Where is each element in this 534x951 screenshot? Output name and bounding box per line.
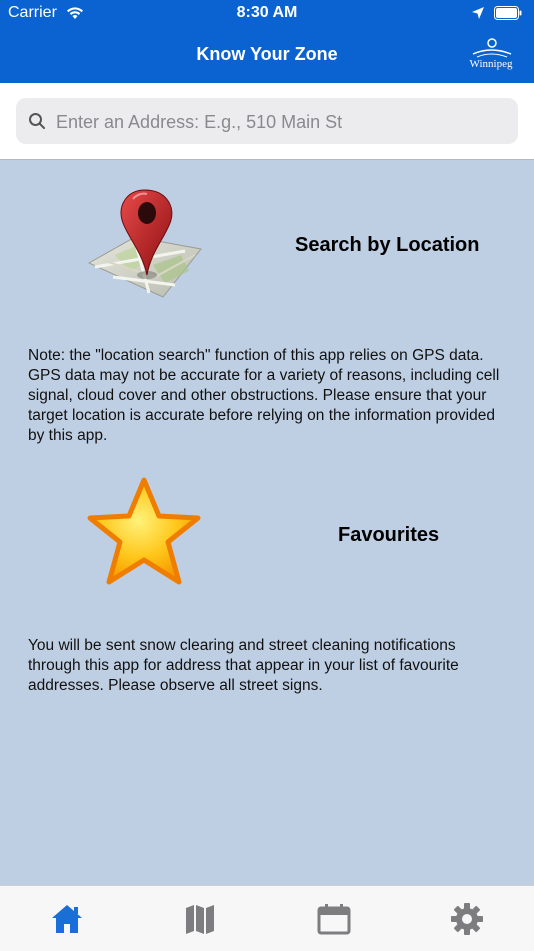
tab-calendar[interactable] (317, 902, 351, 936)
star-icon[interactable] (84, 476, 204, 596)
tab-bar (0, 885, 534, 951)
location-arrow-icon (471, 6, 485, 25)
page-title: Know Your Zone (196, 44, 338, 64)
search-bar[interactable] (16, 98, 518, 146)
tab-map[interactable] (183, 902, 217, 936)
winnipeg-logo-mark-icon (472, 38, 512, 58)
top-bar: Carrier 8:30 AM Know Your Zone Winnipeg (0, 0, 534, 83)
favourites-note: You will be sent snow clearing and stree… (28, 637, 459, 694)
address-search-input[interactable] (54, 98, 508, 146)
winnipeg-logo: Winnipeg (463, 36, 519, 72)
tab-home[interactable] (50, 902, 84, 936)
home-content: Search by Location Note: the "location s… (0, 160, 534, 885)
calendar-icon (317, 904, 351, 935)
gear-icon (451, 903, 483, 935)
status-time: 8:30 AM (236, 4, 298, 21)
search-area (0, 83, 534, 160)
search-icon (28, 112, 46, 135)
logo-text: Winnipeg (469, 58, 513, 70)
battery-icon (494, 6, 522, 20)
favourites-heading[interactable]: Favourites (338, 524, 439, 547)
home-icon (52, 905, 82, 933)
search-by-location-heading[interactable]: Search by Location (295, 234, 480, 257)
map-icon (186, 905, 214, 934)
map-pin-icon[interactable] (85, 185, 215, 310)
location-note: Note: the "location search" function of … (28, 347, 500, 444)
tab-settings[interactable] (450, 902, 484, 936)
status-bar: Carrier 8:30 AM (0, 0, 534, 28)
